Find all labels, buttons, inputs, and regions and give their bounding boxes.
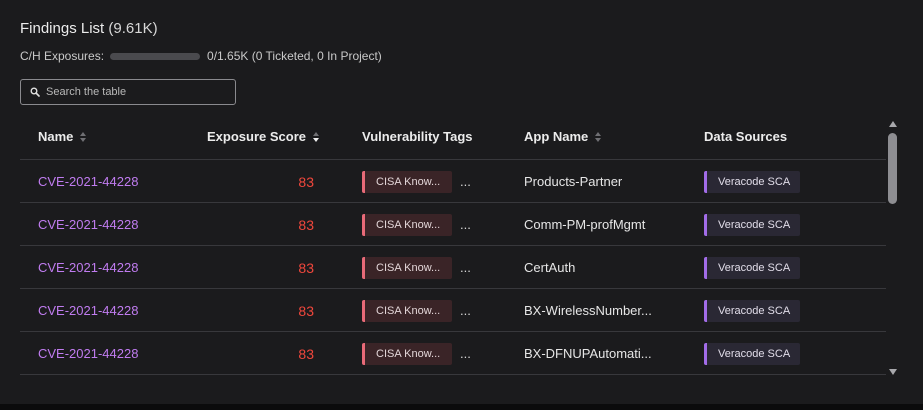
page-title: Findings List (9.61K) [20,20,158,37]
search-box[interactable] [20,79,236,105]
column-header-exposure-score[interactable]: Exposure Score [207,129,319,144]
search-input[interactable] [46,86,226,98]
vulnerability-tags: CISA Know... ... [362,160,471,203]
vulnerability-tag[interactable]: CISA Know... [362,256,452,279]
column-header-name-label: Name [38,129,74,144]
exposures-progress-bar [110,52,201,60]
cve-link[interactable]: CVE-2021-44228 [38,246,138,289]
exposure-score: 83 [298,173,314,190]
column-header-vulnerability-tags-label: Vulnerability Tags [362,129,473,144]
exposures-summary-text: 0/1.65K (0 Ticketed, 0 In Project) [207,49,382,63]
data-source: Veracode SCA [704,203,800,246]
sort-icon[interactable] [80,131,87,142]
column-header-data-sources-label: Data Sources [704,129,788,144]
title-text: Findings List [20,20,105,37]
data-source-tag: Veracode SCA [704,170,800,193]
sort-icon[interactable] [595,131,602,142]
ellipsis-icon[interactable]: ... [460,260,471,275]
ellipsis-icon[interactable]: ... [460,217,471,232]
sort-icon[interactable] [313,131,319,142]
table-header: Name Exposure Score Vulnerability Tags A… [20,115,886,160]
table-row[interactable]: CVE-2021-44228 83 CISA Know... ... BX-DF… [20,332,886,375]
cve-link[interactable]: CVE-2021-44228 [38,332,138,375]
exposures-summary: C/H Exposures: 0/1.65K (0 Ticketed, 0 In… [20,49,382,63]
vulnerability-tag[interactable]: CISA Know... [362,342,452,365]
ellipsis-icon[interactable]: ... [460,303,471,318]
findings-count: (9.61K) [108,20,158,37]
data-source-tag: Veracode SCA [704,213,800,236]
vulnerability-tags: CISA Know... ... [362,203,471,246]
exposure-score: 83 [298,345,314,362]
scroll-up-arrow-icon[interactable] [889,121,897,127]
data-source-tag: Veracode SCA [704,256,800,279]
column-header-name[interactable]: Name [38,129,87,144]
table-row[interactable]: CVE-2021-44228 83 CISA Know... ... Produ… [20,160,886,203]
data-source: Veracode SCA [704,160,800,203]
exposure-score: 83 [298,259,314,276]
vulnerability-tags: CISA Know... ... [362,246,471,289]
column-header-exposure-score-label: Exposure Score [207,129,306,144]
search-icon [30,87,40,97]
table-row[interactable]: CVE-2021-44228 83 CISA Know... ... CertA… [20,246,886,289]
column-header-app-name[interactable]: App Name [524,129,602,144]
column-header-data-sources: Data Sources [704,129,787,144]
exposures-label: C/H Exposures: [20,49,105,63]
cve-link[interactable]: CVE-2021-44228 [38,289,138,332]
column-header-app-name-label: App Name [524,129,589,144]
vulnerability-tags: CISA Know... ... [362,289,471,332]
app-name: BX-WirelessNumber... [524,303,652,318]
vulnerability-tag[interactable]: CISA Know... [362,213,452,236]
table-scrollbar[interactable] [887,115,899,380]
table-row[interactable]: CVE-2021-44228 83 CISA Know... ... BX-Wi… [20,289,886,332]
vulnerability-tag[interactable]: CISA Know... [362,170,452,193]
vulnerability-tags: CISA Know... ... [362,332,471,375]
data-source-tag: Veracode SCA [704,299,800,322]
scrollbar-thumb[interactable] [888,133,897,204]
exposure-score: 83 [298,216,314,233]
bottom-edge [0,404,923,410]
app-name: CertAuth [524,260,576,275]
scroll-down-arrow-icon[interactable] [889,369,897,375]
app-name: Products-Partner [524,174,623,189]
findings-panel: Findings List (9.61K) C/H Exposures: 0/1… [0,0,923,404]
table-row[interactable]: CVE-2021-44228 83 CISA Know... ... Comm-… [20,203,886,246]
data-source: Veracode SCA [704,332,800,375]
app-name: BX-DFNUPAutomati... [524,346,652,361]
data-source: Veracode SCA [704,289,800,332]
ellipsis-icon[interactable]: ... [460,346,471,361]
findings-table: Name Exposure Score Vulnerability Tags A… [20,115,886,375]
exposure-score: 83 [298,302,314,319]
column-header-vulnerability-tags: Vulnerability Tags [362,129,473,144]
ellipsis-icon[interactable]: ... [460,174,471,189]
data-source-tag: Veracode SCA [704,342,800,365]
cve-link[interactable]: CVE-2021-44228 [38,160,138,203]
vulnerability-tag[interactable]: CISA Know... [362,299,452,322]
app-name: Comm-PM-profMgmt [524,217,646,232]
cve-link[interactable]: CVE-2021-44228 [38,203,138,246]
data-source: Veracode SCA [704,246,800,289]
